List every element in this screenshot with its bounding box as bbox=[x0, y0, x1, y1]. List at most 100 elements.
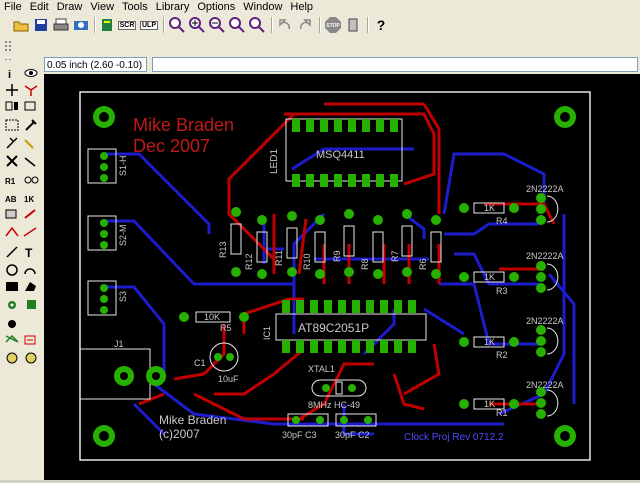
svg-text:10K: 10K bbox=[204, 312, 220, 322]
group-icon[interactable] bbox=[5, 119, 19, 131]
board-title-line1: Mike Braden bbox=[133, 115, 234, 135]
zoom-fit-icon[interactable] bbox=[168, 16, 186, 34]
pad-icon[interactable] bbox=[27, 300, 36, 309]
mirror-icon[interactable] bbox=[5, 101, 18, 111]
svg-text:AB: AB bbox=[5, 195, 17, 204]
add-icon[interactable] bbox=[24, 157, 36, 167]
svg-text:S1-H: S1-H bbox=[118, 155, 128, 176]
board-canvas[interactable]: Mike Braden Dec 2007 S1-H S2-M S3 J1 LED… bbox=[44, 74, 640, 480]
svg-text:R5: R5 bbox=[220, 323, 232, 333]
help-icon[interactable]: ? bbox=[372, 16, 390, 34]
save-icon[interactable] bbox=[32, 16, 50, 34]
pcb-layout[interactable]: Mike Braden Dec 2007 S1-H S2-M S3 J1 LED… bbox=[44, 74, 640, 480]
rotate-icon[interactable] bbox=[24, 101, 36, 111]
zoom-out-icon[interactable] bbox=[208, 16, 226, 34]
change-icon[interactable] bbox=[25, 119, 37, 131]
ratsnest-icon[interactable] bbox=[5, 334, 19, 343]
menu-options[interactable]: Options bbox=[193, 0, 239, 14]
left-toolbar: i R1 AB 1K T bbox=[0, 60, 44, 480]
signal-icon[interactable] bbox=[23, 227, 37, 237]
zoom-in-icon[interactable] bbox=[188, 16, 206, 34]
mounting-hole bbox=[554, 106, 576, 128]
eye-icon[interactable] bbox=[24, 69, 38, 77]
circle-icon[interactable] bbox=[6, 264, 18, 276]
led-display: LED1 MSQ4411 bbox=[269, 118, 403, 187]
optimize-icon[interactable] bbox=[5, 209, 17, 219]
svg-text:STOP: STOP bbox=[326, 23, 340, 29]
print-icon[interactable] bbox=[52, 16, 70, 34]
svg-text:R9: R9 bbox=[332, 250, 342, 262]
microcontroller-ic1: AT89C2051P IC1 bbox=[262, 300, 427, 353]
capacitors-c2-c3: 30pF C3 30pF C2 bbox=[282, 413, 377, 440]
svg-text:LED1: LED1 bbox=[269, 149, 280, 174]
copy-icon[interactable] bbox=[24, 85, 38, 96]
menu-library[interactable]: Library bbox=[152, 0, 194, 14]
undo-icon[interactable] bbox=[276, 16, 294, 34]
svg-text:XTAL1: XTAL1 bbox=[308, 364, 335, 374]
menu-window[interactable]: Window bbox=[239, 0, 286, 14]
menu-help[interactable]: Help bbox=[286, 0, 317, 14]
open-icon[interactable] bbox=[12, 16, 30, 34]
move-icon[interactable] bbox=[6, 84, 18, 96]
menu-view[interactable]: View bbox=[86, 0, 118, 14]
zoom-select-icon[interactable] bbox=[228, 16, 246, 34]
arc-icon[interactable] bbox=[24, 268, 36, 275]
svg-text:R8: R8 bbox=[360, 258, 370, 270]
mounting-hole bbox=[93, 106, 115, 128]
text-icon[interactable]: T bbox=[25, 246, 33, 260]
svg-text:MSQ4411: MSQ4411 bbox=[316, 149, 365, 161]
redo-icon[interactable] bbox=[296, 16, 314, 34]
svg-text:30pF C3: 30pF C3 bbox=[282, 430, 317, 440]
menu-edit[interactable]: Edit bbox=[26, 0, 53, 14]
hole-icon[interactable] bbox=[8, 320, 16, 328]
svg-text:R10: R10 bbox=[302, 253, 312, 270]
svg-text:R6: R6 bbox=[418, 258, 428, 270]
menu-draw[interactable]: Draw bbox=[53, 0, 87, 14]
cam-icon[interactable] bbox=[72, 16, 90, 34]
svg-text:1K: 1K bbox=[484, 337, 495, 347]
svg-text:R3: R3 bbox=[496, 286, 508, 296]
svg-text:R12: R12 bbox=[244, 253, 254, 270]
silk-copyright: (c)2007 bbox=[159, 427, 200, 441]
name-icon[interactable]: AB bbox=[5, 195, 17, 204]
route-icon[interactable] bbox=[24, 209, 36, 219]
auto-icon[interactable] bbox=[24, 335, 36, 345]
svg-text:R11: R11 bbox=[274, 250, 284, 266]
coordinate-display: 0.05 inch (2.60 -0.10) bbox=[44, 57, 147, 72]
paste-icon[interactable] bbox=[6, 137, 18, 149]
grip-icon bbox=[4, 40, 14, 54]
drc-icon[interactable] bbox=[25, 352, 37, 364]
power-jack-j1: J1 bbox=[79, 339, 166, 400]
smash-icon[interactable] bbox=[24, 176, 39, 184]
svg-text:1K: 1K bbox=[24, 195, 34, 204]
menu-tools[interactable]: Tools bbox=[118, 0, 152, 14]
ripup-icon[interactable] bbox=[5, 226, 19, 237]
run-icon[interactable] bbox=[344, 16, 362, 34]
driver-section: 1K 1K 1K 1K R4 R3 R2 R1 2N2222A 2N2222A … bbox=[459, 184, 564, 419]
svg-text:IC1: IC1 bbox=[262, 326, 272, 340]
command-input[interactable] bbox=[152, 57, 638, 72]
delete-icon[interactable] bbox=[6, 155, 18, 167]
value-icon[interactable]: 1K bbox=[24, 195, 34, 204]
svg-text:1K: 1K bbox=[484, 399, 495, 409]
line-icon[interactable] bbox=[6, 246, 18, 258]
wire-icon[interactable] bbox=[24, 139, 34, 149]
info-icon[interactable]: i bbox=[8, 69, 11, 81]
polygon-icon[interactable] bbox=[25, 282, 36, 291]
rect-icon[interactable] bbox=[6, 282, 18, 291]
svg-text:S3: S3 bbox=[118, 291, 128, 302]
svg-text:R1: R1 bbox=[5, 177, 16, 186]
stop-icon[interactable]: STOP bbox=[324, 16, 342, 34]
via-icon[interactable] bbox=[8, 301, 16, 309]
tool-icons[interactable]: i R1 AB 1K T bbox=[0, 60, 44, 480]
svg-text:2N2222A: 2N2222A bbox=[526, 251, 564, 261]
ulp-icon[interactable]: ULP bbox=[140, 16, 158, 34]
book-icon[interactable] bbox=[98, 16, 116, 34]
zoom-redraw-icon[interactable] bbox=[248, 16, 266, 34]
svg-text:R2: R2 bbox=[496, 350, 508, 360]
menu-file[interactable]: File bbox=[0, 0, 26, 14]
errors-icon[interactable] bbox=[6, 352, 18, 364]
split-icon[interactable]: R1 bbox=[5, 177, 16, 186]
revision-label: Clock Proj Rev 0712.2 bbox=[404, 432, 504, 443]
scr-icon[interactable]: SCR bbox=[117, 16, 137, 34]
